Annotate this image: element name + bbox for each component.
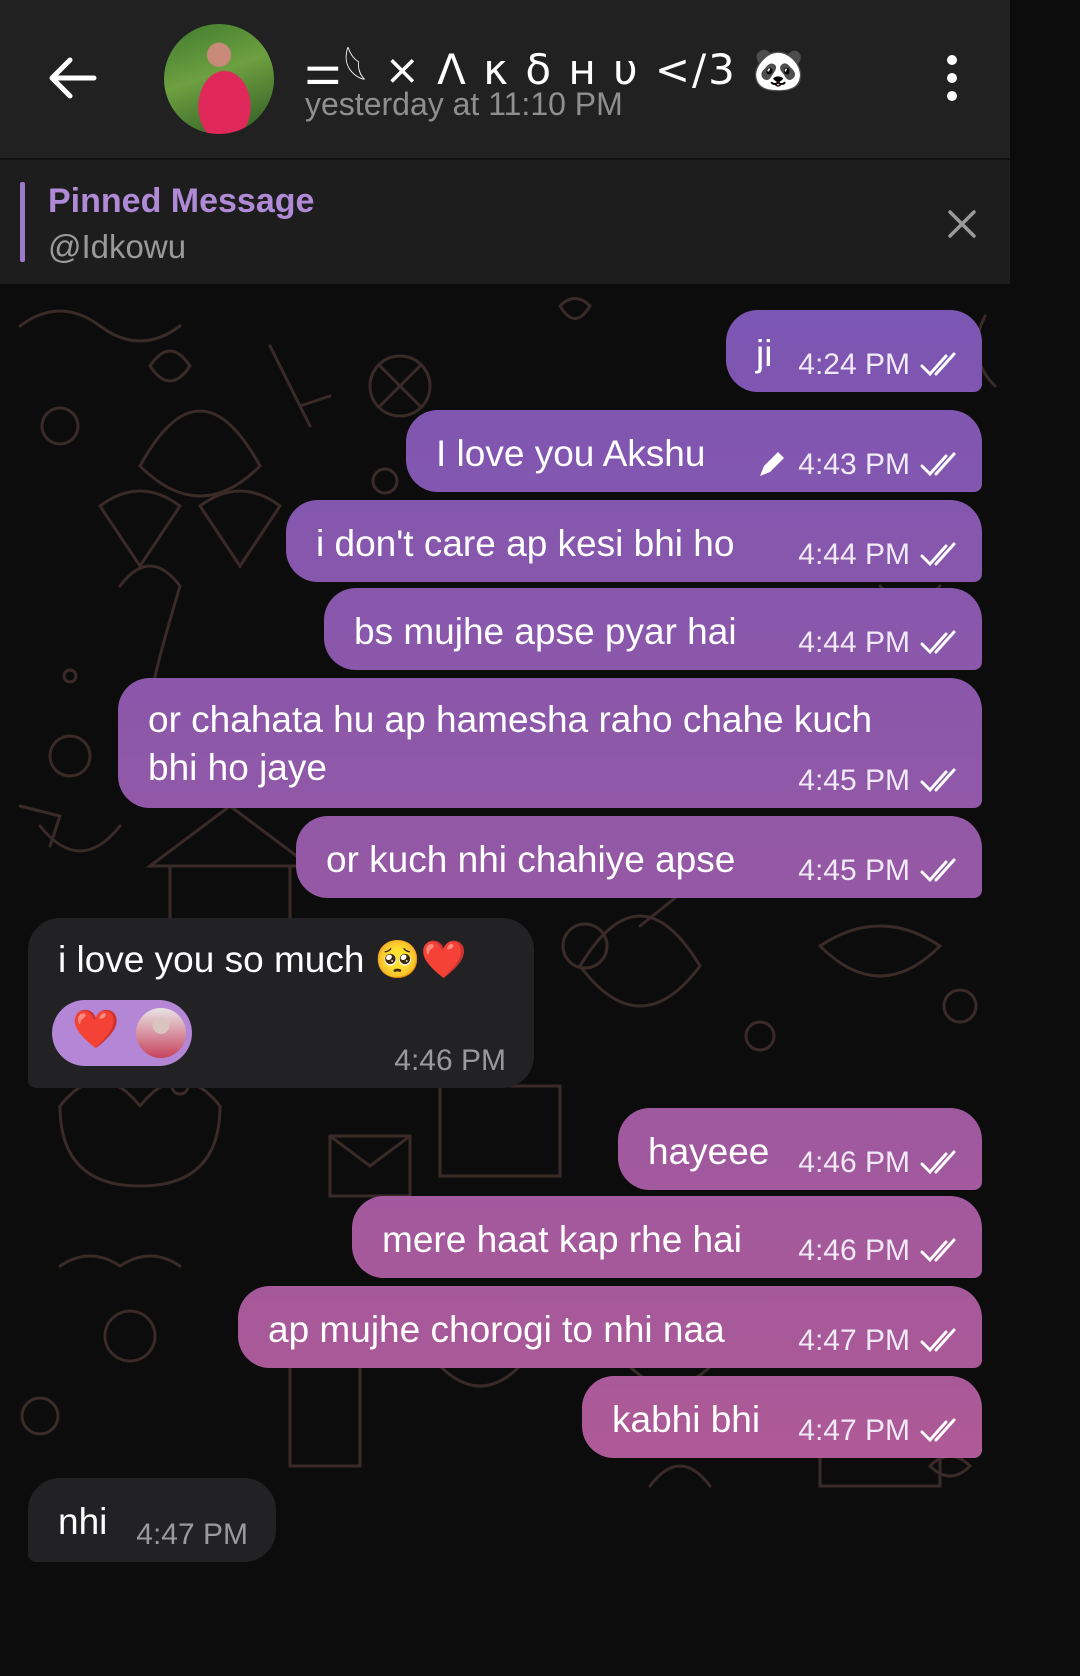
message-meta: 4:24 PM bbox=[798, 348, 964, 382]
message-bubble-out[interactable]: i don't care ap kesi bhi ho 4:44 PM bbox=[286, 500, 982, 582]
chat-header: ⚌𓆩 × Λ κ δ н υ </3 🐼 yesterday at 11:10 … bbox=[0, 0, 1010, 160]
double-check-icon bbox=[920, 630, 956, 655]
message-text: bs mujhe apse pyar hai bbox=[354, 611, 737, 652]
message-time: 4:44 PM bbox=[798, 538, 910, 571]
message-time: 4:47 PM bbox=[798, 1324, 910, 1357]
back-arrow-icon[interactable] bbox=[44, 52, 100, 104]
message-list[interactable]: ji 4:24 PM I love you Akshu 4:43 PM i do… bbox=[0, 286, 1010, 1568]
more-options-icon[interactable] bbox=[938, 52, 966, 104]
double-check-icon bbox=[920, 542, 956, 567]
message-meta: 4:46 PM bbox=[798, 1146, 964, 1180]
message-time: 4:44 PM bbox=[798, 626, 910, 659]
message-meta: 4:47 PM bbox=[136, 1518, 248, 1552]
reaction-chip[interactable]: ❤️ bbox=[52, 1000, 192, 1066]
message-bubble-out[interactable]: ap mujhe chorogi to nhi naa 4:47 PM bbox=[238, 1286, 982, 1368]
message-meta: 4:46 PM bbox=[394, 1044, 506, 1078]
message-bubble-out[interactable]: ji 4:24 PM bbox=[726, 310, 982, 392]
message-time: 4:47 PM bbox=[136, 1518, 248, 1551]
message-meta: 4:46 PM bbox=[798, 1234, 964, 1268]
message-time: 4:24 PM bbox=[798, 348, 910, 381]
message-bubble-out[interactable]: or kuch nhi chahiye apse 4:45 PM bbox=[296, 816, 982, 898]
message-text: hayeee bbox=[648, 1131, 770, 1172]
double-check-icon bbox=[920, 352, 956, 377]
double-check-icon bbox=[920, 1238, 956, 1263]
message-bubble-out[interactable]: I love you Akshu 4:43 PM bbox=[406, 410, 982, 492]
message-text-line-2: bhi ho jaye bbox=[148, 747, 327, 788]
pinned-title: Pinned Message bbox=[48, 182, 315, 220]
message-meta: 4:47 PM bbox=[798, 1414, 964, 1448]
message-bubble-out[interactable]: or chahata hu ap hamesha raho chahe kuch… bbox=[118, 678, 982, 808]
last-seen-status: yesterday at 11:10 PM bbox=[305, 86, 623, 122]
message-meta: 4:44 PM bbox=[798, 538, 964, 572]
message-time: 4:46 PM bbox=[798, 1234, 910, 1267]
message-bubble-in[interactable]: i love you so much 🥺❤️ ❤️ 4:46 PM bbox=[28, 918, 534, 1088]
message-meta: 4:47 PM bbox=[798, 1324, 964, 1358]
double-check-icon bbox=[920, 1418, 956, 1443]
pinned-message-bar[interactable]: Pinned Message @Idkowu bbox=[0, 160, 1010, 284]
message-meta: 4:45 PM bbox=[798, 764, 964, 798]
message-bubble-out[interactable]: bs mujhe apse pyar hai 4:44 PM bbox=[324, 588, 982, 670]
close-pinned-icon[interactable] bbox=[942, 204, 982, 244]
message-text-line-1: or chahata hu ap hamesha raho chahe kuch bbox=[148, 699, 873, 740]
double-check-icon bbox=[920, 452, 956, 477]
message-meta: 4:43 PM bbox=[756, 448, 964, 482]
message-time: 4:45 PM bbox=[798, 854, 910, 887]
pinned-text: @Idkowu bbox=[48, 228, 187, 265]
double-check-icon bbox=[920, 768, 956, 793]
reaction-avatar bbox=[136, 1008, 186, 1058]
double-check-icon bbox=[920, 1150, 956, 1175]
message-text: mere haat kap rhe hai bbox=[382, 1219, 742, 1260]
avatar[interactable] bbox=[164, 24, 274, 134]
message-bubble-out[interactable]: mere haat kap rhe hai 4:46 PM bbox=[352, 1196, 982, 1278]
message-time: 4:45 PM bbox=[798, 764, 910, 797]
double-check-icon bbox=[920, 1328, 956, 1353]
message-text: ji bbox=[756, 333, 773, 374]
message-time: 4:47 PM bbox=[798, 1414, 910, 1447]
pinned-accent-bar bbox=[20, 182, 25, 262]
message-text: or kuch nhi chahiye apse bbox=[326, 839, 736, 880]
message-text: I love you Akshu bbox=[436, 433, 706, 474]
message-meta: 4:45 PM bbox=[798, 854, 964, 888]
message-bubble-out[interactable]: hayeee 4:46 PM bbox=[618, 1108, 982, 1190]
message-bubble-out[interactable]: kabhi bhi 4:47 PM bbox=[582, 1376, 982, 1458]
message-text: i don't care ap kesi bhi ho bbox=[316, 523, 735, 564]
message-text: i love you so much 🥺❤️ bbox=[58, 939, 467, 980]
double-check-icon bbox=[920, 858, 956, 883]
reaction-emoji: ❤️ bbox=[72, 1009, 120, 1051]
message-text: ap mujhe chorogi to nhi naa bbox=[268, 1309, 725, 1350]
pencil-icon bbox=[760, 452, 785, 476]
message-text: kabhi bhi bbox=[612, 1399, 761, 1440]
message-text: nhi bbox=[58, 1501, 108, 1542]
message-time: 4:43 PM bbox=[798, 448, 910, 481]
message-time: 4:46 PM bbox=[394, 1044, 506, 1077]
message-meta: 4:44 PM bbox=[798, 626, 964, 660]
message-time: 4:46 PM bbox=[798, 1146, 910, 1179]
message-bubble-in[interactable]: nhi 4:47 PM bbox=[28, 1478, 276, 1562]
